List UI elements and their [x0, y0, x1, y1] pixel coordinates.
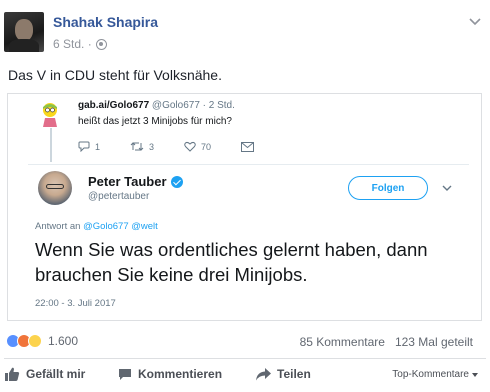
reply-account: gab.ai/Golo677 — [78, 100, 150, 111]
author-avatar[interactable] — [4, 12, 44, 52]
verified-icon — [170, 175, 183, 188]
main-tweet-handle: @petertauber — [88, 191, 150, 202]
follow-button: Folgen — [348, 176, 428, 200]
reply-count: 1 — [95, 141, 101, 152]
post-actions: Gefällt mir Kommentieren Teilen Top-Komm… — [0, 363, 490, 389]
comment-sort-dropdown[interactable]: Top-Kommentare — [392, 369, 478, 380]
main-tweet-date: 22:00 - 3. Juli 2017 — [35, 298, 116, 309]
caret-down-icon — [472, 372, 478, 377]
like-count: 70 — [201, 141, 212, 152]
thread-line — [50, 128, 52, 162]
reaction-count[interactable]: 1.600 — [48, 334, 78, 348]
main-tweet-author: Peter Tauber — [88, 174, 167, 189]
avatar-body — [9, 39, 39, 52]
retweet-icon — [130, 142, 144, 151]
reply-action: 1 — [78, 141, 100, 152]
chevron-down-icon[interactable] — [468, 14, 482, 28]
reply-handle-time: @Golo677 · 2 Std. — [151, 100, 235, 111]
reply-to-links: @Golo677 @welt — [83, 221, 158, 232]
like-label: Gefällt mir — [26, 367, 86, 381]
post-time[interactable]: 6 Std. · — [53, 37, 92, 51]
post-text: Das V in CDU steht für Volksnähe. — [8, 67, 222, 83]
reaction-summary[interactable]: 1.600 — [6, 334, 78, 348]
embedded-tweet-image[interactable]: gab.ai/Golo677 @Golo677 · 2 Std. heißt d… — [7, 93, 482, 321]
divider — [4, 358, 486, 359]
main-tweet-text: Wenn Sie was ordentliches gelernt haben,… — [35, 239, 428, 285]
reply-to-prefix: Antwort an — [35, 221, 81, 232]
tweet-divider — [28, 164, 469, 165]
reply-header: gab.ai/Golo677 @Golo677 · 2 Std. — [78, 100, 235, 111]
comment-count[interactable]: 85 Kommentare — [300, 335, 385, 349]
author-name[interactable]: Shahak Shapira — [53, 14, 158, 30]
heart-icon — [184, 141, 196, 152]
post-stats: 85 Kommentare 123 Mal geteilt — [300, 335, 473, 349]
like-action: 70 — [184, 141, 211, 152]
share-count[interactable]: 123 Mal geteilt — [395, 335, 473, 349]
like-button[interactable]: Gefällt mir — [5, 367, 85, 381]
comment-button[interactable]: Kommentieren — [118, 367, 222, 381]
facebook-post: Shahak Shapira 6 Std. · Das V in CDU ste… — [0, 0, 490, 392]
avatar-glasses — [46, 184, 64, 189]
retweet-count: 3 — [149, 141, 155, 152]
globe-icon — [95, 38, 107, 50]
comment-label: Kommentieren — [138, 367, 223, 381]
dm-action — [241, 141, 255, 152]
cartoon-avatar — [43, 103, 57, 127]
post-meta: 6 Std. · — [53, 37, 107, 51]
reply-text: heißt das jetzt 3 Minijobs für mich? — [78, 116, 232, 127]
like-thumb-icon — [5, 367, 20, 381]
main-tweet-avatar — [38, 171, 72, 205]
chevron-down-icon — [442, 185, 452, 191]
share-button[interactable]: Teilen — [256, 367, 311, 381]
reply-actions: 1 3 70 — [78, 141, 284, 152]
share-icon — [256, 367, 271, 380]
main-tweet-name: Peter Tauber — [88, 174, 183, 189]
haha-reaction-icon — [28, 334, 42, 348]
retweet-action: 3 — [130, 141, 154, 152]
reply-icon — [78, 141, 90, 152]
dm-icon — [241, 141, 255, 152]
avatar-face — [15, 19, 33, 41]
share-label: Teilen — [277, 367, 311, 381]
reply-to-line: Antwort an @Golo677 @welt — [35, 221, 158, 232]
comment-icon — [119, 368, 131, 380]
comment-sort-label: Top-Kommentare — [392, 369, 469, 380]
